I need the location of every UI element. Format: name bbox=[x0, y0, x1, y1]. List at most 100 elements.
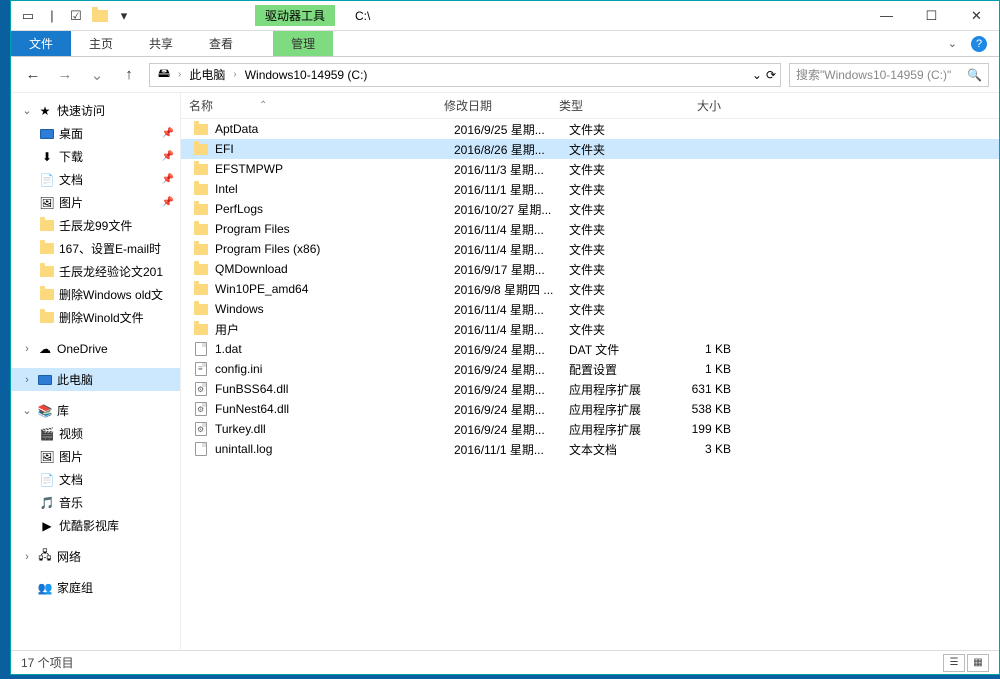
sidebar-quick-access[interactable]: ⌄★快速访问 bbox=[11, 99, 180, 122]
breadcrumb-this-pc[interactable]: 此电脑 bbox=[185, 66, 229, 83]
file-date: 2016/8/26 星期... bbox=[446, 141, 561, 158]
folder-icon bbox=[193, 261, 209, 277]
quick-access-toolbar: ▭ | ☑ ▾ bbox=[11, 5, 135, 27]
file-row[interactable]: PerfLogs2016/10/27 星期...文件夹 bbox=[181, 199, 999, 219]
sidebar-desktop[interactable]: 桌面📌 bbox=[11, 122, 180, 145]
file-date: 2016/11/4 星期... bbox=[446, 221, 561, 238]
sidebar-custom-folder[interactable]: 删除Windows old文 bbox=[11, 283, 180, 306]
minimize-button[interactable]: — bbox=[864, 1, 909, 31]
sidebar-library[interactable]: ⌄📚库 bbox=[11, 399, 180, 422]
file-row[interactable]: FunNest64.dll2016/9/24 星期...应用程序扩展538 KB bbox=[181, 399, 999, 419]
sidebar-music[interactable]: 🎵音乐 bbox=[11, 491, 180, 514]
search-icon[interactable]: 🔍 bbox=[967, 68, 982, 82]
breadcrumb-sep[interactable]: › bbox=[233, 69, 236, 80]
chevron-right-icon[interactable]: › bbox=[21, 343, 33, 355]
chevron-down-icon[interactable]: ⌄ bbox=[21, 404, 33, 417]
folder-icon bbox=[193, 141, 209, 157]
file-row[interactable]: FunBSS64.dll2016/9/24 星期...应用程序扩展631 KB bbox=[181, 379, 999, 399]
sidebar-youku[interactable]: ▶优酷影视库 bbox=[11, 514, 180, 537]
chevron-right-icon[interactable]: › bbox=[21, 551, 33, 563]
up-button[interactable]: ↑ bbox=[117, 63, 141, 87]
star-icon: ★ bbox=[37, 103, 53, 119]
folder-icon bbox=[193, 161, 209, 177]
forward-button[interactable]: → bbox=[53, 63, 77, 87]
view-details-button[interactable]: ☰ bbox=[943, 654, 965, 672]
qat-overflow-icon[interactable]: ▾ bbox=[113, 5, 135, 27]
tab-share[interactable]: 共享 bbox=[131, 31, 191, 56]
file-row[interactable]: unintall.log2016/11/1 星期...文本文档3 KB bbox=[181, 439, 999, 459]
file-row[interactable]: Win10PE_amd642016/9/8 星期四 ...文件夹 bbox=[181, 279, 999, 299]
column-type[interactable]: 类型 bbox=[551, 97, 661, 114]
tab-file[interactable]: 文件 bbox=[11, 31, 71, 56]
file-row[interactable]: QMDownload2016/9/17 星期...文件夹 bbox=[181, 259, 999, 279]
window-title: C:\ bbox=[355, 9, 370, 23]
video-icon: 🎬 bbox=[39, 426, 55, 442]
back-button[interactable]: ← bbox=[21, 63, 45, 87]
folder-icon bbox=[39, 218, 55, 234]
file-row[interactable]: 用户2016/11/4 星期...文件夹 bbox=[181, 319, 999, 339]
breadcrumb-location[interactable]: Windows10-14959 (C:) bbox=[241, 68, 372, 82]
file-row[interactable]: EFI2016/8/26 星期...文件夹 bbox=[181, 139, 999, 159]
tab-manage[interactable]: 管理 bbox=[273, 31, 333, 56]
file-row[interactable]: Program Files2016/11/4 星期...文件夹 bbox=[181, 219, 999, 239]
refresh-icon[interactable]: ⟳ bbox=[766, 68, 776, 82]
properties-icon[interactable]: ☑ bbox=[65, 5, 87, 27]
sidebar-custom-folder[interactable]: 删除Winold文件 bbox=[11, 306, 180, 329]
view-icons-button[interactable]: ▦ bbox=[967, 654, 989, 672]
help-icon[interactable]: ? bbox=[971, 36, 987, 52]
file-list-body: AptData2016/9/25 星期...文件夹EFI2016/8/26 星期… bbox=[181, 119, 999, 650]
network-icon: 🖧 bbox=[37, 549, 53, 565]
sidebar-lib-pictures[interactable]: 🖼图片 bbox=[11, 445, 180, 468]
folder-icon[interactable] bbox=[89, 5, 111, 27]
sidebar-custom-folder[interactable]: 壬辰龙经验论文201 bbox=[11, 260, 180, 283]
file-name: config.ini bbox=[215, 362, 446, 376]
search-input[interactable]: 搜索"Windows10-14959 (C:)" 🔍 bbox=[789, 63, 989, 87]
sidebar-lib-documents[interactable]: 📄文档 bbox=[11, 468, 180, 491]
sidebar-this-pc[interactable]: ›此电脑 bbox=[11, 368, 180, 391]
sidebar-documents[interactable]: 📄文档📌 bbox=[11, 168, 180, 191]
file-row[interactable]: AptData2016/9/25 星期...文件夹 bbox=[181, 119, 999, 139]
file-row[interactable]: Windows2016/11/4 星期...文件夹 bbox=[181, 299, 999, 319]
file-row[interactable]: 1.dat2016/9/24 星期...DAT 文件1 KB bbox=[181, 339, 999, 359]
file-row[interactable]: EFSTMPWP2016/11/3 星期...文件夹 bbox=[181, 159, 999, 179]
column-date[interactable]: 修改日期 bbox=[436, 97, 551, 114]
file-type: 文件夹 bbox=[561, 301, 671, 318]
desktop-icon bbox=[39, 126, 55, 142]
sidebar-custom-folder[interactable]: 壬辰龙99文件 bbox=[11, 214, 180, 237]
tab-home[interactable]: 主页 bbox=[71, 31, 131, 56]
window-controls: — ☐ ✕ bbox=[864, 1, 999, 31]
pin-icon: 📌 bbox=[162, 128, 174, 139]
system-menu-icon[interactable]: ▭ bbox=[17, 5, 39, 27]
sidebar-homegroup[interactable]: 👥家庭组 bbox=[11, 576, 180, 599]
file-size: 1 KB bbox=[671, 342, 741, 356]
file-name: EFI bbox=[215, 142, 446, 156]
column-name[interactable]: 名称⌃ bbox=[181, 97, 436, 114]
drive-icon: 🖴 bbox=[154, 65, 174, 85]
sidebar-downloads[interactable]: ⬇下载📌 bbox=[11, 145, 180, 168]
pin-icon: 📌 bbox=[162, 174, 174, 185]
folder-icon bbox=[193, 241, 209, 257]
sidebar-videos[interactable]: 🎬视频 bbox=[11, 422, 180, 445]
address-bar[interactable]: 🖴 › 此电脑 › Windows10-14959 (C:) ⌄ ⟳ bbox=[149, 63, 781, 87]
file-row[interactable]: config.ini2016/9/24 星期...配置设置1 KB bbox=[181, 359, 999, 379]
file-row[interactable]: Turkey.dll2016/9/24 星期...应用程序扩展199 KB bbox=[181, 419, 999, 439]
chevron-down-icon[interactable]: ⌄ bbox=[21, 104, 33, 117]
file-type: 应用程序扩展 bbox=[561, 381, 671, 398]
sidebar-network[interactable]: ›🖧网络 bbox=[11, 545, 180, 568]
chevron-right-icon[interactable]: › bbox=[21, 374, 33, 386]
file-name: AptData bbox=[215, 122, 446, 136]
file-row[interactable]: Program Files (x86)2016/11/4 星期...文件夹 bbox=[181, 239, 999, 259]
ribbon-expand-icon[interactable]: ⌄ bbox=[948, 37, 957, 50]
file-icon bbox=[193, 441, 209, 457]
breadcrumb-sep[interactable]: › bbox=[178, 69, 181, 80]
sidebar-pictures[interactable]: 🖼图片📌 bbox=[11, 191, 180, 214]
sidebar-custom-folder[interactable]: 167、设置E-mail时 bbox=[11, 237, 180, 260]
file-row[interactable]: Intel2016/11/1 星期...文件夹 bbox=[181, 179, 999, 199]
recent-dropdown-icon[interactable]: ⌄ bbox=[85, 63, 109, 87]
close-button[interactable]: ✕ bbox=[954, 1, 999, 31]
address-dropdown-icon[interactable]: ⌄ bbox=[752, 68, 762, 82]
column-size[interactable]: 大小 bbox=[661, 97, 731, 114]
tab-view[interactable]: 查看 bbox=[191, 31, 251, 56]
maximize-button[interactable]: ☐ bbox=[909, 1, 954, 31]
sidebar-onedrive[interactable]: ›☁OneDrive bbox=[11, 337, 180, 360]
